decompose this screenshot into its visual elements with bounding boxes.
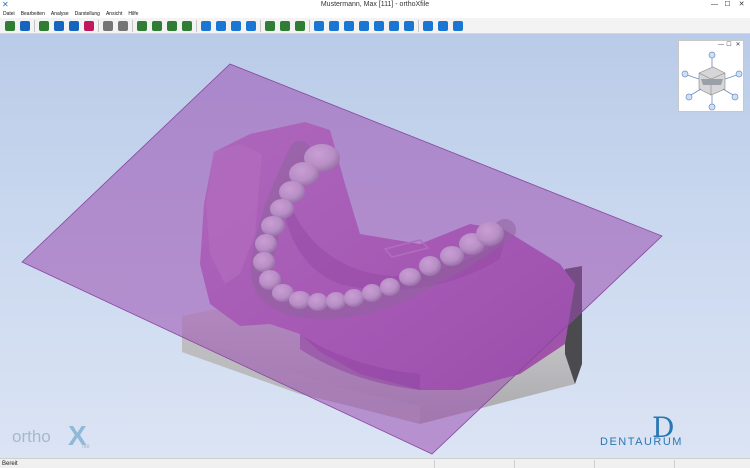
zoom-out-icon — [231, 21, 241, 31]
orthoxfile-logo-sub: file — [82, 444, 90, 450]
status-panel — [514, 460, 594, 468]
toolbar — [0, 18, 750, 34]
status-panel — [434, 460, 514, 468]
measure-icon — [295, 21, 305, 31]
undo-icon — [103, 21, 113, 31]
menu-analyse[interactable]: Analyse — [51, 10, 69, 18]
title-bar: ✕ Mustermann, Max [111] - orthoXfile — ☐… — [0, 0, 750, 10]
status-panel — [674, 460, 750, 468]
menu-datei[interactable]: Datei — [3, 10, 15, 18]
toolbar-separator — [418, 20, 419, 32]
orientation-close-button[interactable]: ✕ — [734, 41, 742, 49]
status-panel — [594, 460, 674, 468]
toolbar-button[interactable] — [278, 19, 292, 33]
dentaurum-logo: D DENTAURUM — [598, 414, 738, 450]
toolbar-button[interactable] — [180, 19, 194, 33]
info-icon — [453, 21, 463, 31]
3d-viewport[interactable] — [0, 34, 750, 458]
toolbar-button[interactable] — [3, 19, 17, 33]
toolbar-button[interactable] — [436, 19, 450, 33]
redo-icon — [118, 21, 128, 31]
rotate-icon — [182, 21, 192, 31]
toolbar-button[interactable] — [82, 19, 96, 33]
toolbar-button[interactable] — [229, 19, 243, 33]
occlusion-icon — [359, 21, 369, 31]
toolbar-button[interactable] — [421, 19, 435, 33]
view-back-icon — [152, 21, 162, 31]
zoom-fit-icon — [201, 21, 211, 31]
zoom-in-icon — [216, 21, 226, 31]
view-side-icon — [167, 21, 177, 31]
toolbar-separator — [309, 20, 310, 32]
toolbar-button[interactable] — [387, 19, 401, 33]
orthoxfile-logo-word: ortho — [12, 427, 51, 446]
toolbar-button[interactable] — [116, 19, 130, 33]
table-icon — [438, 21, 448, 31]
transparency-icon — [389, 21, 399, 31]
grid-layout-icon — [314, 21, 324, 31]
toolbar-button[interactable] — [101, 19, 115, 33]
orientation-window[interactable]: — ☐ ✕ — [678, 40, 744, 112]
toolbar-button[interactable] — [244, 19, 258, 33]
toolbar-button[interactable] — [357, 19, 371, 33]
overlay-icon — [374, 21, 384, 31]
toolbar-button[interactable] — [293, 19, 307, 33]
menu-bar: Datei Bearbeiten Analyse Darstellung Ans… — [0, 10, 750, 18]
toolbar-button[interactable] — [312, 19, 326, 33]
toolbar-separator — [260, 20, 261, 32]
orientation-minimize-button[interactable]: — — [717, 41, 725, 49]
cut-plane[interactable] — [21, 63, 663, 455]
bracket-icon — [344, 21, 354, 31]
toolbar-button[interactable] — [327, 19, 341, 33]
toolbar-button[interactable] — [214, 19, 228, 33]
cut-plane-icon — [265, 21, 275, 31]
menu-darstellung[interactable]: Darstellung — [75, 10, 100, 18]
menu-hilfe[interactable]: Hilfe — [128, 10, 138, 18]
toolbar-button[interactable] — [199, 19, 213, 33]
dentaurum-logo-word: DENTAURUM — [600, 436, 683, 448]
maximize-button[interactable]: ☐ — [721, 0, 734, 10]
orientation-maximize-button[interactable]: ☐ — [725, 41, 733, 49]
color-map-icon — [404, 21, 414, 31]
toolbar-button[interactable] — [451, 19, 465, 33]
toolbar-button[interactable] — [67, 19, 81, 33]
window-title: Mustermann, Max [111] - orthoXfile — [320, 1, 430, 8]
close-button[interactable]: ✕ — [735, 0, 748, 10]
menu-ansicht[interactable]: Ansicht — [106, 10, 122, 18]
status-bar: Bereit — [0, 458, 750, 468]
ruler-icon — [423, 21, 433, 31]
toolbar-separator — [98, 20, 99, 32]
status-text: Bereit — [2, 461, 18, 467]
dental-model-scene[interactable] — [0, 34, 750, 458]
view-front-icon — [137, 21, 147, 31]
arch-icon — [329, 21, 339, 31]
toolbar-button[interactable] — [37, 19, 51, 33]
toolbar-separator — [34, 20, 35, 32]
save-model-icon — [20, 21, 30, 31]
settings-icon — [69, 21, 79, 31]
toolbar-button[interactable] — [18, 19, 32, 33]
toolbar-button[interactable] — [135, 19, 149, 33]
center-view-icon — [246, 21, 256, 31]
menu-bearbeiten[interactable]: Bearbeiten — [21, 10, 45, 18]
export-icon — [54, 21, 64, 31]
toolbar-separator — [132, 20, 133, 32]
toolbar-separator — [196, 20, 197, 32]
import-icon — [39, 21, 49, 31]
orientation-window-titlebar: — ☐ ✕ — [679, 41, 743, 49]
minimize-button[interactable]: — — [708, 0, 721, 10]
toolbar-button[interactable] — [263, 19, 277, 33]
orientation-cube-icon[interactable] — [679, 49, 743, 111]
toolbar-button[interactable] — [342, 19, 356, 33]
patient-icon — [84, 21, 94, 31]
orthoxfile-logo: ortho X file — [12, 422, 102, 458]
toolbar-button[interactable] — [402, 19, 416, 33]
section-icon — [280, 21, 290, 31]
toolbar-button[interactable] — [52, 19, 66, 33]
toolbar-button[interactable] — [165, 19, 179, 33]
open-model-icon — [5, 21, 15, 31]
toolbar-button[interactable] — [372, 19, 386, 33]
toolbar-button[interactable] — [150, 19, 164, 33]
